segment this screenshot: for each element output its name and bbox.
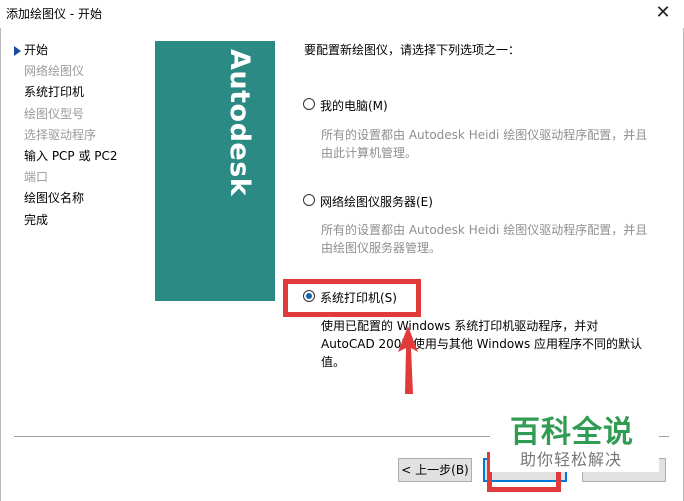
annotation-arrow-icon (398, 326, 418, 394)
step-plotter-model: 绘图仪型号 (14, 104, 118, 125)
prompt-text: 要配置新绘图仪，请选择下列选项之一： (304, 43, 521, 57)
watermark-title: 百科全说 (510, 415, 634, 450)
radio-my-computer[interactable] (303, 98, 315, 110)
step-label: 绘图仪名称 (24, 191, 85, 206)
title-bar: 添加绘图仪 - 开始 ✕ (0, 0, 684, 28)
step-plotter-name: 绘图仪名称 (14, 188, 118, 209)
step-label: 开始 (24, 43, 49, 57)
step-start: 开始 (14, 40, 118, 61)
step-import-pcp: 输入 PCP 或 PC2 (14, 146, 118, 167)
autodesk-logo-panel: Autodesk (155, 41, 275, 301)
option-description-my-computer: 所有的设置都由 Autodesk Heidi 绘图仪驱动程序配置，并且由此计算机… (321, 128, 648, 160)
step-label: 选择驱动程序 (24, 127, 97, 142)
step-network-plotter: 网络绘图仪 (14, 61, 118, 82)
option-description-system-printer: 使用已配置的 Windows 系统打印机驱动程序，并对 AutoCAD 2007… (321, 319, 643, 369)
step-port: 端口 (14, 167, 118, 188)
step-label: 输入 PCP 或 PC2 (24, 148, 118, 163)
wizard-steps: 开始 网络绘图仪 系统打印机 绘图仪型号 选择驱动程序 输入 PCP 或 PC2… (14, 40, 118, 231)
current-step-arrow-icon (14, 46, 21, 56)
annotation-highlight-box (283, 279, 421, 317)
window-title: 添加绘图仪 - 开始 (6, 7, 102, 21)
step-select-driver: 选择驱动程序 (14, 125, 118, 146)
step-finish: 完成 (14, 210, 118, 231)
option-description-network-server: 所有的设置都由 Autodesk Heidi 绘图仪驱动程序配置，并且由绘图仪服… (321, 223, 648, 255)
back-button[interactable]: < 上一步(B) (398, 458, 472, 482)
step-label: 网络绘图仪 (24, 64, 85, 79)
option-label[interactable]: 网络绘图仪服务器(E) (320, 193, 433, 210)
watermark-subtitle: 助你轻松解决 (520, 450, 623, 469)
option-label[interactable]: 我的电脑(M) (320, 97, 388, 114)
radio-network-server[interactable] (303, 194, 315, 206)
step-label: 端口 (24, 170, 49, 185)
step-label: 系统打印机 (24, 85, 85, 100)
watermark: 百科全说 助你轻松解决 (490, 394, 659, 472)
step-label: 完成 (24, 212, 49, 227)
step-system-printer: 系统打印机 (14, 82, 118, 103)
step-label: 绘图仪型号 (24, 106, 85, 121)
close-button[interactable]: ✕ (652, 2, 674, 24)
window-border-left (0, 28, 1, 501)
autodesk-logo: Autodesk (224, 49, 255, 197)
